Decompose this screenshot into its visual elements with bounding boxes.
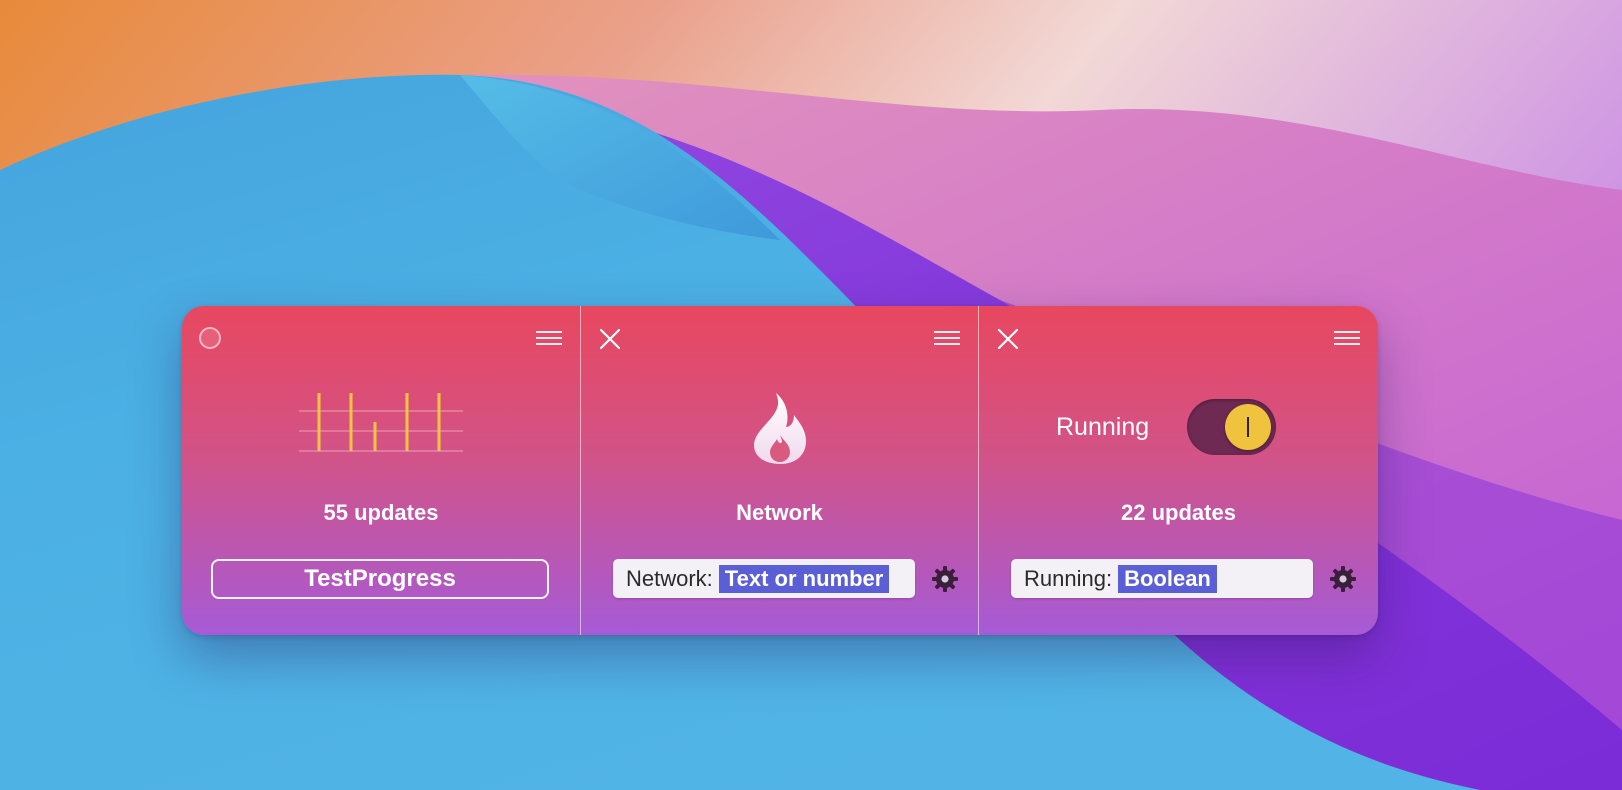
toggle-label: Running <box>1056 413 1150 441</box>
sparkline-bar <box>437 393 441 451</box>
running-type-field[interactable]: Running: Boolean <box>1011 559 1313 598</box>
running-toggle-switch[interactable] <box>1187 399 1276 455</box>
field-label: Running: <box>1024 565 1113 591</box>
update-count-label: 22 updates <box>1121 500 1236 525</box>
sparkline-bars-icon <box>299 393 463 452</box>
flame-icon <box>753 393 806 464</box>
desktop-wallpaper: 55 updates TestProgress Network Network:… <box>0 0 1622 790</box>
progress-widget-panel: 55 updates TestProgress <box>182 306 580 635</box>
close-icon[interactable] <box>995 326 1021 352</box>
gear-icon[interactable] <box>931 565 959 593</box>
running-widget-panel: Running 22 updates Running: Boolean <box>978 306 1378 635</box>
sparkline-bar <box>349 393 353 451</box>
widget-title: Network <box>736 500 823 525</box>
sparkline-bar <box>317 393 321 451</box>
sparkline-graphic <box>182 391 580 457</box>
widget-strip: 55 updates TestProgress Network Network:… <box>182 306 1378 635</box>
hamburger-menu-icon[interactable] <box>934 330 960 346</box>
update-count-label: 55 updates <box>323 500 439 525</box>
sparkline-bar <box>373 422 377 451</box>
field-label: Network: <box>626 565 713 591</box>
network-type-field[interactable]: Network: Text or number <box>613 559 915 598</box>
circle-button-icon[interactable] <box>199 327 221 349</box>
field-value-selected[interactable]: Boolean <box>1118 564 1217 593</box>
sparkline-bar <box>405 393 409 451</box>
toggle-knob <box>1225 404 1271 450</box>
gear-icon[interactable] <box>1329 565 1357 593</box>
field-value-selected[interactable]: Text or number <box>718 564 890 593</box>
hamburger-menu-icon[interactable] <box>1334 330 1360 346</box>
close-icon[interactable] <box>597 326 623 352</box>
hamburger-menu-icon[interactable] <box>536 330 562 346</box>
widget-name-field[interactable]: TestProgress <box>211 559 549 599</box>
network-widget-panel: Network Network: Text or number <box>580 306 978 635</box>
flame-graphic <box>581 391 978 465</box>
